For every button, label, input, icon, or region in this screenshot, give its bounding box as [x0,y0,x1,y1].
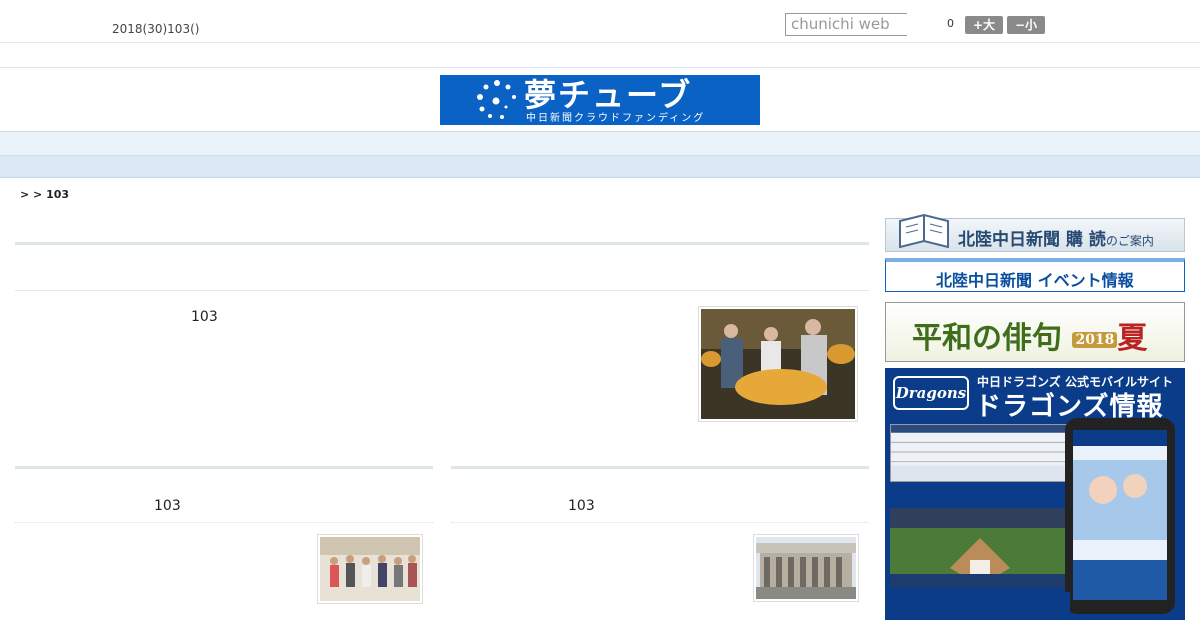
subscribe-banner[interactable]: 北陸中日新聞 購 読のご案内 [885,213,1185,252]
font-bigger-button[interactable]: +大 [965,16,1003,34]
subscribe-label: 北陸中日新聞 [958,230,1060,250]
article-title[interactable]: 103 [191,309,218,325]
dots-icon [477,80,516,119]
haiku-banner[interactable]: 平和の俳句 2018 夏 [885,302,1185,362]
newspaper-icon [899,213,949,249]
site-logo[interactable]: 夢チューブ 中日新聞クラウドファンディング [440,75,760,125]
subscribe-emph: 購 読 [1065,230,1106,250]
article-photo[interactable] [753,534,859,602]
search-input[interactable]: chunichi web [785,13,907,36]
scoreboard-image [890,424,1070,482]
divider [0,67,1200,68]
main-nav [0,131,1200,156]
haiku-season: 夏 [1117,321,1148,356]
phone-screen-image [1073,430,1167,600]
article-photo[interactable] [698,306,858,422]
haiku-text: 平和の俳句 2018 夏 [912,313,1147,357]
events-text: 北陸中日新聞 イベント情報 [936,271,1134,290]
article-title[interactable]: 103 [568,498,595,514]
top-bar: 2018(30)103() chunichi web 0 +大 −小 [0,0,1200,43]
breadcrumb[interactable]: > > 103 [20,188,69,201]
dragons-footer [890,592,1070,614]
divider [15,522,433,523]
sub-nav [0,156,1200,178]
section-rule [15,242,869,245]
font-size-value: 0 [947,17,954,30]
haiku-year: 2018 [1072,332,1118,348]
article-title[interactable]: 103 [154,498,181,514]
section-rule [451,466,869,469]
dragons-banner[interactable]: Dragons 中日ドラゴンズ 公式モバイルサイト ドラゴンズ情報 [885,368,1185,620]
subscribe-text: 北陸中日新聞 購 読のご案内 [958,225,1154,250]
font-smaller-button[interactable]: −小 [1007,16,1045,34]
section-rule [15,466,433,469]
date-label: 2018(30)103() [112,22,200,36]
events-banner[interactable]: 北陸中日新聞 イベント情報 [885,258,1185,292]
divider [451,522,869,523]
haiku-title: 平和の俳句 [912,321,1062,356]
divider [15,290,869,291]
subscribe-suffix: のご案内 [1105,234,1154,248]
article-photo[interactable] [317,534,423,604]
baseball-field-image [890,508,1070,588]
logo-subtitle: 中日新聞クラウドファンディング [526,113,706,124]
dragons-logo: Dragons [893,376,969,410]
